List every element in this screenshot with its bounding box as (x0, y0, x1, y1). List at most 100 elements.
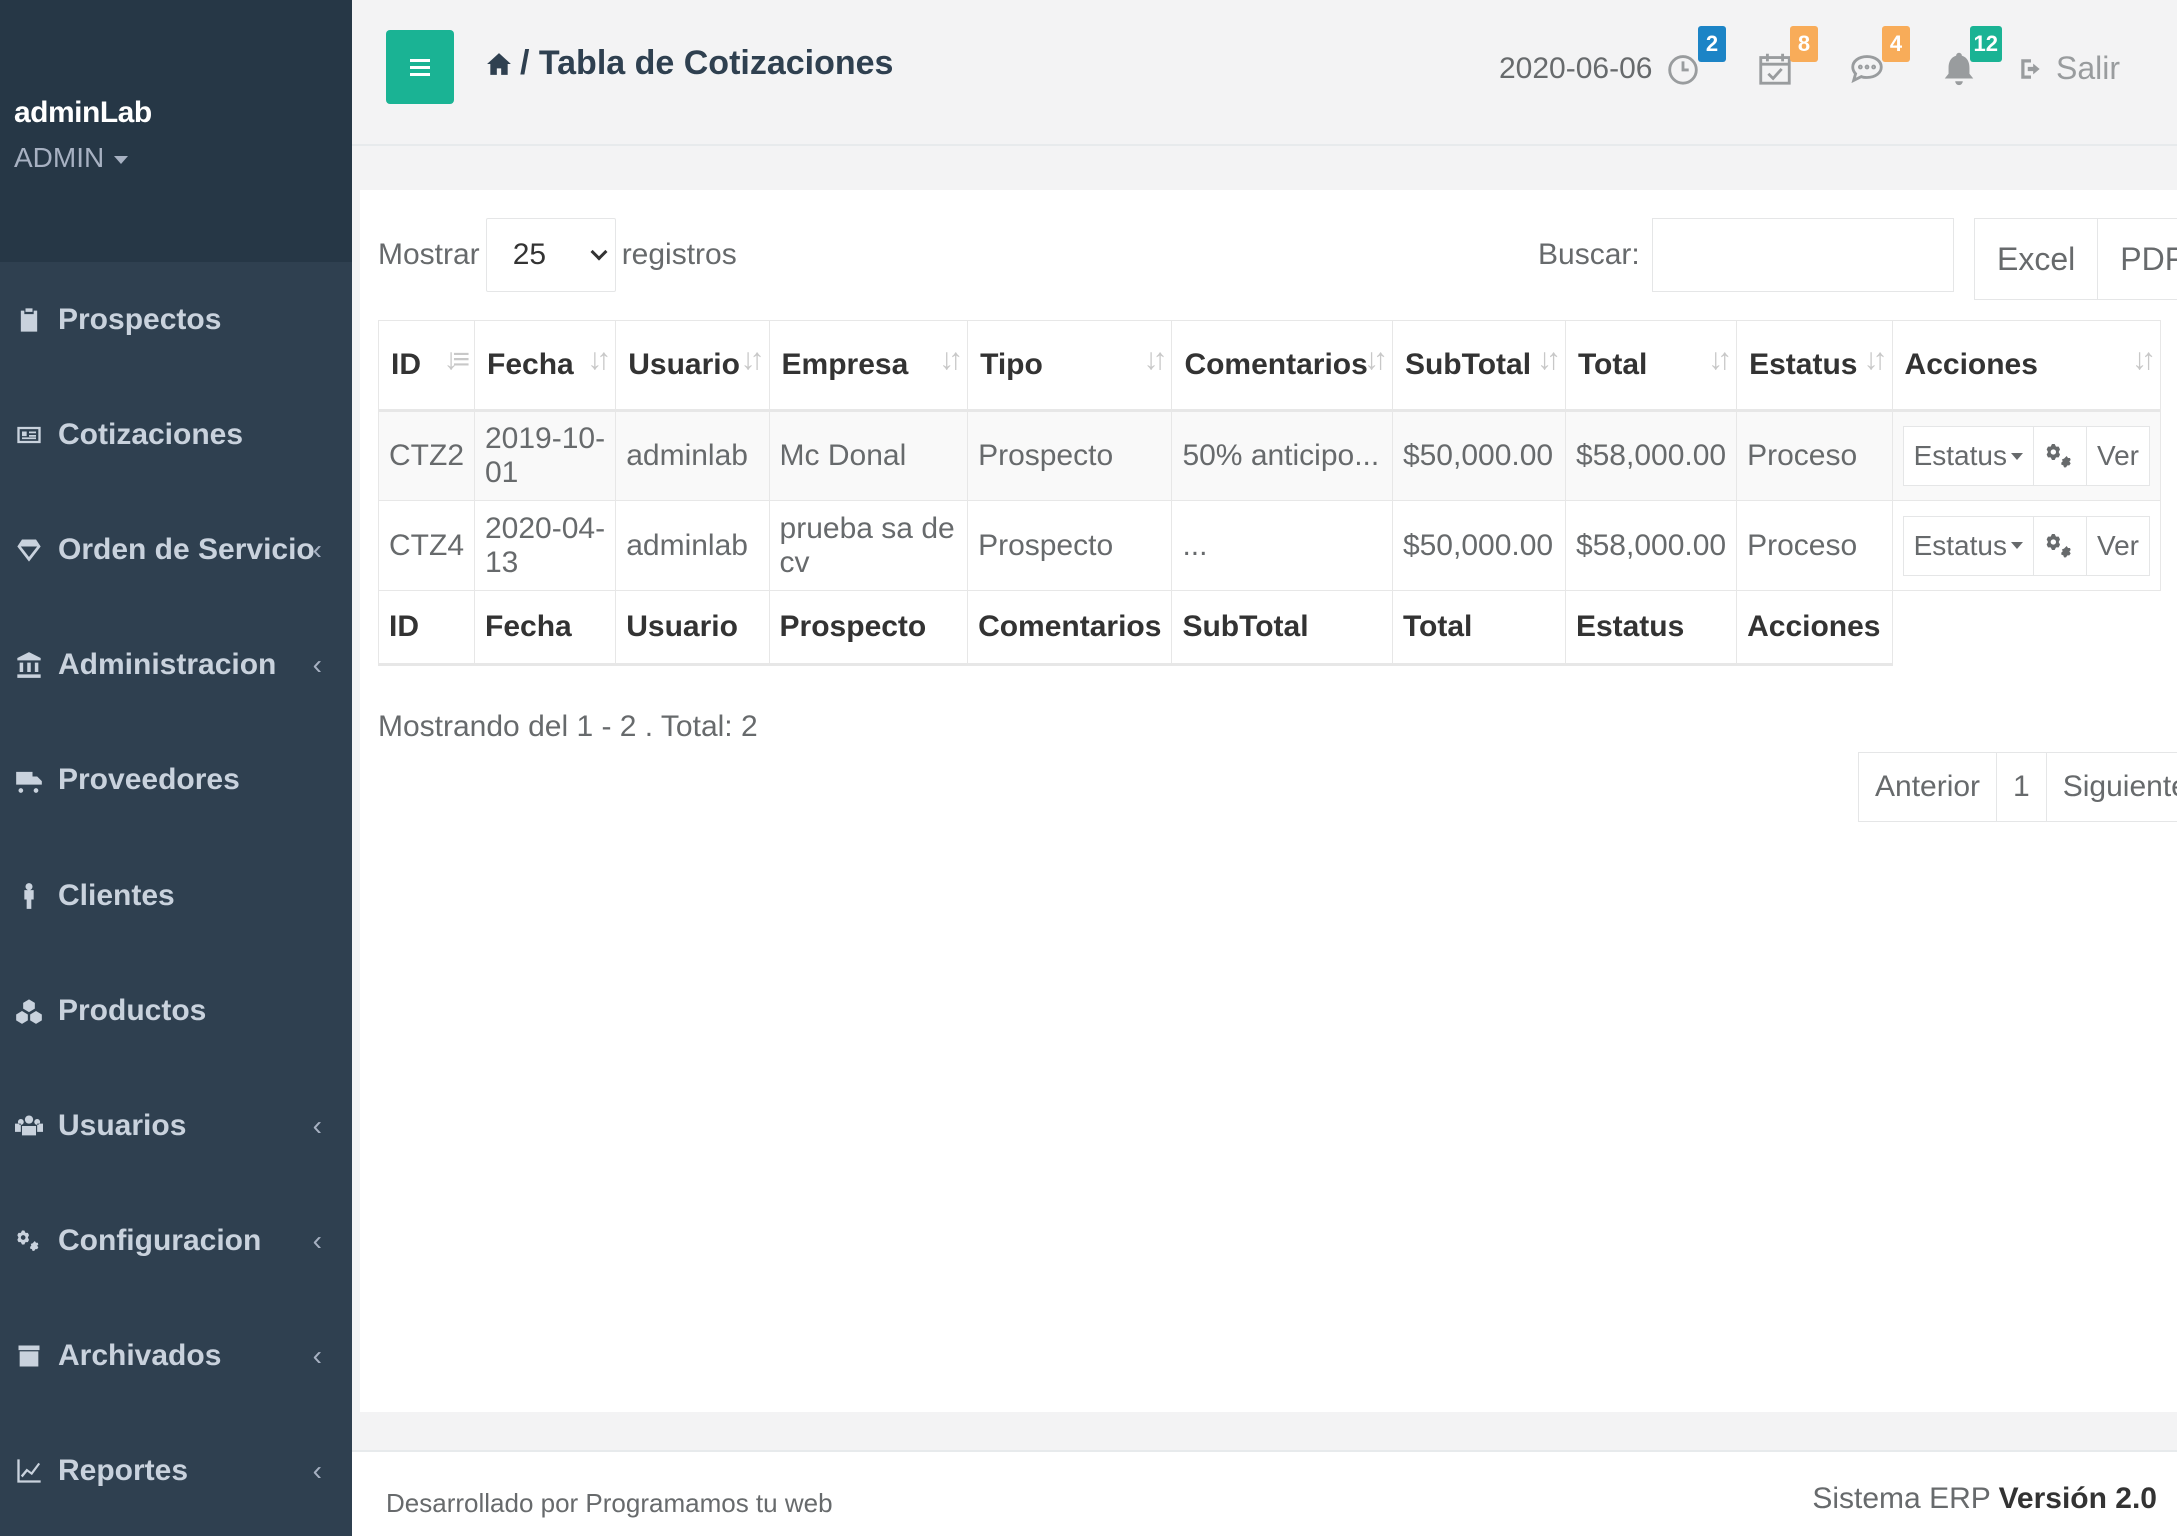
footer-empty (1892, 591, 2160, 665)
bank-icon (14, 650, 44, 680)
sidebar-item-cotizaciones[interactable]: Cotizaciones (0, 377, 352, 492)
footer: Desarrollado por Programamos tu web Sist… (352, 1450, 2177, 1536)
pagination-next-button[interactable]: Siguiente (2046, 752, 2177, 822)
column-header-acciones[interactable]: Acciones ↓↑ (1891, 320, 2162, 412)
sidebar-item-configuracion[interactable]: Configuracion ‹ (0, 1184, 352, 1299)
id-card-icon (14, 420, 44, 450)
settings-button[interactable] (2033, 515, 2087, 576)
sidebar-item-label: Administracion (58, 648, 277, 682)
sidebar-item-clientes[interactable]: Clientes (0, 838, 352, 953)
cell-acciones: Estatus Ver (1891, 500, 2162, 591)
caret-down-icon (2010, 452, 2023, 460)
pagination-prev-button[interactable]: Anterior (1858, 752, 1998, 822)
view-button[interactable]: Ver (2086, 515, 2150, 576)
cell-tipo: Prospecto (967, 500, 1173, 591)
logout-button[interactable]: Salir (2018, 50, 2120, 87)
sort-icon: ↓↑ (740, 343, 765, 376)
cell-fecha: 2019-10-01 (473, 410, 617, 501)
sidebar-item-prospectos[interactable]: Prospectos (0, 262, 352, 377)
sort-icon: ↓↑ (1143, 343, 1167, 376)
footer-comentarios: Comentarios (967, 590, 1173, 666)
sign-out-icon (2021, 58, 2040, 79)
clock-notification-button[interactable]: 2 (1664, 26, 1726, 92)
row-actions: Estatus Ver (1902, 426, 2150, 486)
view-button[interactable]: Ver (2086, 426, 2150, 486)
footer-prospecto: Prospecto (768, 590, 969, 666)
user-role-dropdown[interactable]: ADMIN (14, 142, 352, 174)
column-header-subtotal[interactable]: SubTotal ↓↑ (1391, 320, 1566, 412)
sidebar-item-proveedores[interactable]: Proveedores (0, 723, 352, 838)
chevron-left-icon: ‹ (312, 1109, 322, 1141)
sidebar-item-label: Proveedores (58, 763, 240, 797)
cell-total: $58,000.00 (1564, 500, 1738, 591)
sort-icon: ↓↑ (587, 343, 611, 376)
footer-id: ID (378, 590, 475, 666)
cubes-icon (14, 996, 44, 1026)
show-label: Mostrar (378, 238, 480, 271)
footer-version: Sistema ERP Versión 2.0 (1812, 1482, 2157, 1516)
sidebar-item-label: Orden de Servicio (58, 532, 315, 566)
footer-subtotal: SubTotal (1171, 590, 1393, 666)
export-pdf-button[interactable]: PDF (2098, 218, 2177, 300)
table-info: Mostrando del 1 - 2 . Total: 2 (378, 710, 758, 743)
sidebar-item-administracion[interactable]: Administracion ‹ (0, 608, 352, 723)
search-label: Buscar: (1538, 238, 1640, 271)
cell-empresa: prueba sa de cv (768, 500, 969, 591)
sidebar-item-orden-de-servicio[interactable]: Orden de Servicio ‹ (0, 492, 352, 607)
menu-toggle-button[interactable] (386, 30, 454, 104)
sidebar: adminLab ADMIN Prospectos Cotizaciones O… (0, 0, 352, 1536)
row-actions: Estatus Ver (1902, 515, 2150, 576)
export-excel-button[interactable]: Excel (1974, 218, 2099, 300)
sidebar-item-label: Clientes (58, 878, 175, 912)
cell-comentarios: 50% anticipo... (1171, 410, 1393, 501)
page-size-select[interactable]: 25 (485, 218, 616, 292)
sidebar-item-reportes[interactable]: Reportes ‹ (0, 1414, 352, 1529)
chevron-left-icon: ‹ (312, 1340, 322, 1372)
chevron-left-icon: ‹ (312, 533, 322, 565)
person-icon (14, 881, 44, 911)
messages-notification-button[interactable]: 4 (1848, 26, 1910, 92)
user-role: ADMIN (14, 142, 105, 173)
calendar-notification-button[interactable]: 8 (1756, 26, 1818, 92)
search-input[interactable] (1651, 218, 1954, 292)
column-header-tipo[interactable]: Tipo ↓↑ (967, 320, 1173, 412)
search-control: Buscar: (1538, 218, 1954, 292)
records-label: registros (621, 238, 737, 271)
sidebar-item-productos[interactable]: Productos (0, 953, 352, 1068)
chevron-left-icon: ‹ (312, 1225, 322, 1257)
column-header-total[interactable]: Total ↓↑ (1564, 320, 1738, 412)
chat-icon (1851, 55, 1883, 84)
footer-usuario: Usuario (615, 590, 770, 666)
profile-header: adminLab ADMIN (0, 0, 352, 262)
column-header-empresa[interactable]: Empresa ↓↑ (768, 320, 969, 412)
cell-acciones: Estatus Ver (1891, 410, 2162, 501)
page-size-value: 25 (512, 238, 547, 271)
column-header-usuario[interactable]: Usuario ↓↑ (615, 320, 770, 412)
footer-system: Sistema ERP (1812, 1482, 1991, 1515)
settings-button[interactable] (2033, 426, 2087, 486)
status-dropdown-button[interactable]: Estatus (1902, 515, 2034, 576)
column-header-comentarios[interactable]: Comentarios ↓↑ (1171, 320, 1393, 412)
main-content: Mostrar 25 registros Buscar: Excel PDF I… (360, 190, 2177, 1412)
sidebar-item-usuarios[interactable]: Usuarios ‹ (0, 1068, 352, 1183)
cogs-icon (2046, 444, 2071, 468)
status-dropdown-button[interactable]: Estatus (1902, 426, 2034, 486)
chevron-left-icon: ‹ (312, 1455, 322, 1487)
column-header-id[interactable]: ID ↓≡ (378, 320, 475, 412)
sidebar-item-archivados[interactable]: Archivados ‹ (0, 1299, 352, 1414)
column-header-fecha[interactable]: Fecha ↓↑ (473, 320, 617, 412)
sidebar-item-label: Configuracion (58, 1224, 262, 1258)
cell-usuario: adminlab (615, 410, 770, 501)
cell-estatus: Proceso (1736, 500, 1893, 591)
cell-subtotal: $50,000.00 (1391, 410, 1566, 501)
pagination-page-button[interactable]: 1 (1997, 752, 2047, 822)
sort-asc-icon: ↓≡ (443, 343, 469, 376)
archive-icon (14, 1341, 44, 1371)
pagination: Anterior 1 Siguiente (1858, 752, 2177, 822)
alerts-notification-button[interactable]: 12 (1940, 26, 2002, 92)
cell-total: $58,000.00 (1564, 410, 1738, 501)
column-header-estatus[interactable]: Estatus ↓↑ (1736, 320, 1893, 412)
table-row: CTZ4 2020-04-13 adminlab prueba sa de cv… (378, 500, 2162, 591)
footer-version-number: Versión 2.0 (1998, 1482, 2157, 1515)
sort-icon: ↓↑ (2132, 343, 2156, 376)
